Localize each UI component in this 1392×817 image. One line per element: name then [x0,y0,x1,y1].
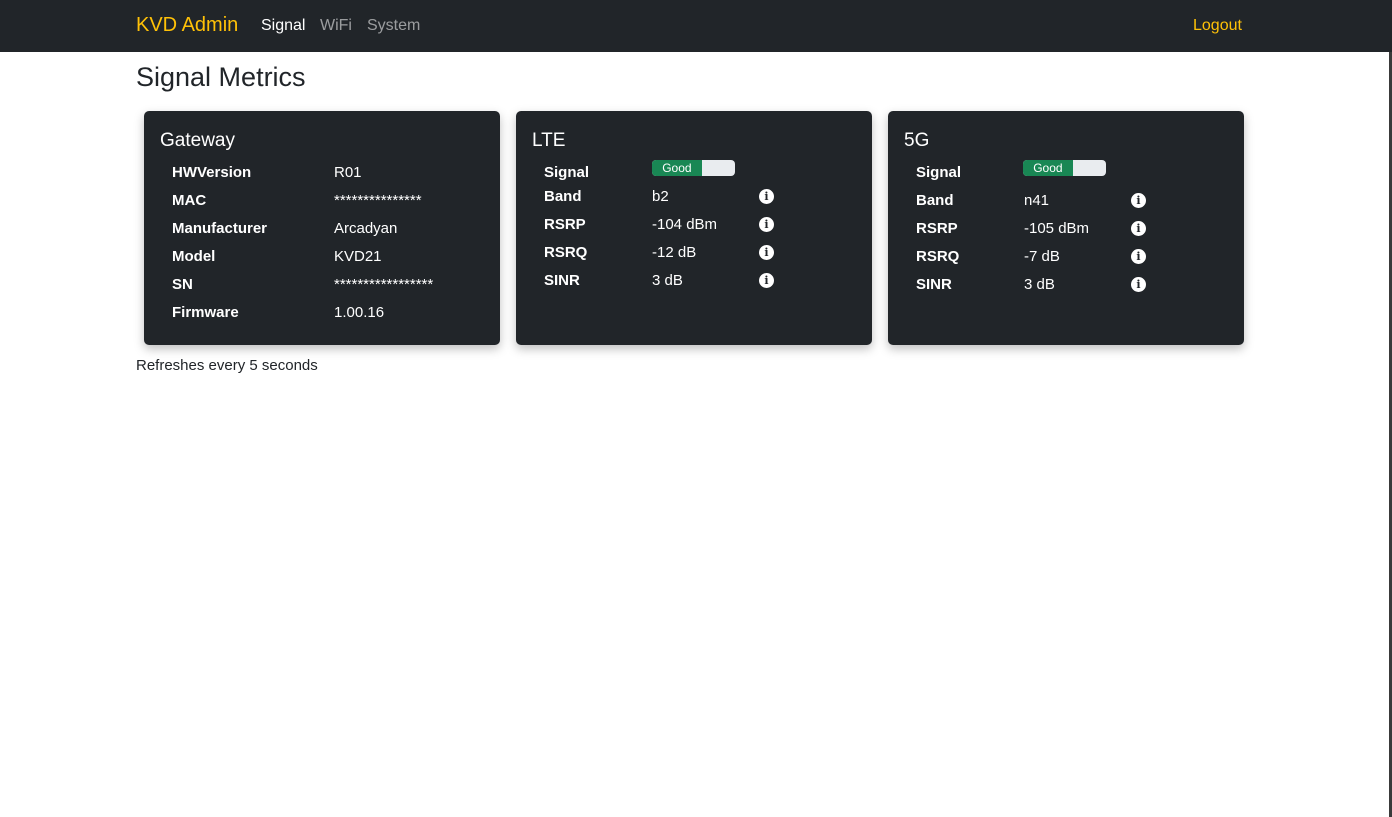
gateway-card: Gateway HWVersion R01 MAC **************… [144,111,500,345]
top-navbar: KVD Admin Signal WiFi System Logout [0,0,1392,52]
gateway-row-sn: SN ***************** [172,276,512,300]
gateway-card-title: Gateway [160,130,235,151]
row-value: ***************** [334,276,434,293]
lte-signal-meter-fill: Good [652,160,702,176]
lte-row-rsrq: RSRQ -12 dB i [544,244,884,268]
row-label: RSRP [544,216,586,233]
nr5g-card: 5G Signal Good Band n41 i RSRP -105 dBm … [888,111,1244,345]
info-circle-icon[interactable]: i [1131,221,1146,236]
row-label: SN [172,276,193,293]
info-circle-icon[interactable]: i [759,217,774,232]
info-circle-icon[interactable]: i [1131,277,1146,292]
row-value: 3 dB [652,272,683,289]
row-label: RSRQ [916,248,960,265]
row-value: b2 [652,188,669,205]
row-value: -12 dB [652,244,697,261]
row-value: -7 dB [1024,248,1060,265]
refresh-note: Refreshes every 5 seconds [136,357,318,374]
row-value: R01 [334,164,362,181]
lte-card: LTE Signal Good Band b2 i RSRP -104 dBm … [516,111,872,345]
lte-row-rsrp: RSRP -104 dBm i [544,216,884,240]
gateway-row-manufacturer: Manufacturer Arcadyan [172,220,512,244]
nr5g-row-sinr: SINR 3 dB i [916,276,1256,300]
row-label: Manufacturer [172,220,268,237]
info-circle-icon[interactable]: i [759,245,774,260]
info-circle-icon[interactable]: i [1131,193,1146,208]
row-label: SINR [916,276,952,293]
row-label: Signal [544,164,590,181]
gateway-row-hwversion: HWVersion R01 [172,164,512,188]
row-label: Model [172,248,216,265]
row-value: KVD21 [334,248,382,265]
nr5g-row-rsrp: RSRP -105 dBm i [916,220,1256,244]
gateway-row-firmware: Firmware 1.00.16 [172,304,512,328]
lte-card-title: LTE [532,130,566,151]
row-label: Signal [916,164,962,181]
nr5g-signal-meter: Good [1023,160,1106,176]
row-label: Band [544,188,582,205]
lte-signal-meter: Good [652,160,735,176]
gateway-row-mac: MAC *************** [172,192,512,216]
lte-row-band: Band b2 i [544,188,884,212]
info-circle-icon[interactable]: i [759,273,774,288]
row-label: Band [916,192,954,209]
info-circle-icon[interactable]: i [1131,249,1146,264]
row-value: n41 [1024,192,1050,209]
row-label: HWVersion [172,164,252,181]
info-circle-icon[interactable]: i [759,189,774,204]
row-label: SINR [544,272,580,289]
nr5g-row-rsrq: RSRQ -7 dB i [916,248,1256,272]
row-value: -105 dBm [1024,220,1090,237]
row-value: 3 dB [1024,276,1055,293]
lte-row-sinr: SINR 3 dB i [544,272,884,296]
nr5g-row-signal: Signal Good [916,160,1256,188]
gateway-row-model: Model KVD21 [172,248,512,272]
row-label: MAC [172,192,207,209]
row-value: -104 dBm [652,216,718,233]
row-value: Arcadyan [334,220,398,237]
nav-link-system[interactable]: System [367,17,420,35]
nav-link-wifi[interactable]: WiFi [320,17,352,35]
logout-link[interactable]: Logout [1193,17,1242,35]
nr5g-card-title: 5G [904,130,930,151]
nav-link-signal[interactable]: Signal [261,17,305,35]
row-value: 1.00.16 [334,304,385,321]
lte-row-signal: Signal Good [544,160,884,188]
row-label: RSRP [916,220,958,237]
row-value: *************** [334,192,422,209]
row-label: Firmware [172,304,239,321]
nr5g-signal-meter-fill: Good [1023,160,1073,176]
row-label: RSRQ [544,244,588,261]
brand-link[interactable]: KVD Admin [136,14,238,37]
page-title: Signal Metrics [136,62,306,92]
nr5g-row-band: Band n41 i [916,192,1256,216]
